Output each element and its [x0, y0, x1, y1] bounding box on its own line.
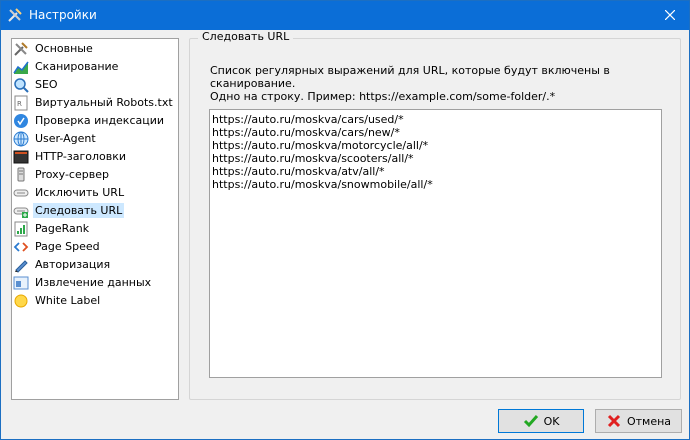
pattern-line: https://auto.ru/moskva/cars/used/*: [212, 113, 404, 126]
sidebar-item-label: Исключить URL: [35, 186, 125, 199]
sidebar-item-label: Основные: [35, 42, 93, 55]
chart-icon: [13, 59, 29, 75]
settings-window: Настройки Основные Сканирование SEO R Ви…: [0, 0, 690, 440]
terminal-icon: [13, 149, 29, 165]
exclude-url-icon: [13, 185, 29, 201]
sidebar-item-exclude-url[interactable]: Исключить URL: [13, 184, 163, 201]
title-bar[interactable]: Настройки: [1, 1, 689, 30]
checkmark-icon: [523, 413, 539, 429]
sidebar-item-white-label[interactable]: White Label: [13, 292, 163, 309]
sidebar-item-label: Виртуальный Robots.txt: [35, 96, 173, 109]
sidebar-item-label: Сканирование: [35, 60, 119, 73]
sidebar-item-label: Извлечение данных: [35, 276, 152, 289]
magnifier-icon: [13, 77, 29, 93]
code-icon: [13, 239, 29, 255]
sidebar-item-user-agent[interactable]: User-Agent: [13, 130, 163, 147]
robots-file-icon: R: [13, 95, 29, 111]
sidebar-item-general[interactable]: Основные: [13, 40, 163, 57]
sidebar-item-follow-url[interactable]: Следовать URL: [13, 202, 163, 219]
sidebar-item-pagerank[interactable]: PageRank: [13, 220, 163, 237]
tools-icon: [13, 41, 29, 57]
tools-icon: [7, 7, 23, 23]
sidebar-item-data-extraction[interactable]: Извлечение данных: [13, 274, 163, 291]
sidebar-item-index-check[interactable]: Проверка индексации: [13, 112, 165, 129]
sun-icon: [13, 293, 29, 309]
sidebar-item-page-speed[interactable]: Page Speed: [13, 238, 163, 255]
sidebar-item-label: User-Agent: [35, 132, 96, 145]
sidebar-item-label: Авторизация: [35, 258, 111, 271]
sidebar-item-label: HTTP-заголовки: [35, 150, 127, 163]
close-icon[interactable]: [657, 3, 683, 27]
sidebar-item-label: White Label: [35, 294, 101, 307]
sidebar-item-label: SEO: [35, 78, 58, 91]
pattern-line: https://auto.ru/moskva/motorcycle/all/*: [212, 139, 429, 152]
description-line: Список регулярных выражений для URL, кот…: [210, 64, 610, 90]
sidebar-item-robots[interactable]: R Виртуальный Robots.txt: [13, 94, 173, 111]
cancel-x-icon: [606, 413, 622, 429]
sidebar-item-scanning[interactable]: Сканирование: [13, 58, 163, 75]
extract-icon: [13, 275, 29, 291]
follow-url-patterns-textarea[interactable]: https://auto.ru/moskva/cars/used/* https…: [209, 109, 662, 378]
globe-check-icon: [13, 113, 29, 129]
ok-button[interactable]: OK: [498, 409, 584, 433]
pagerank-icon: [13, 221, 29, 237]
globe-icon: [13, 131, 29, 147]
sidebar-item-proxy[interactable]: Proxy-сервер: [13, 166, 163, 183]
svg-text:R: R: [17, 100, 22, 108]
pattern-line: https://auto.ru/moskva/cars/new/*: [212, 126, 400, 139]
pattern-line: https://auto.ru/moskva/snowmobile/all/*: [212, 178, 433, 191]
pattern-line: https://auto.ru/moskva/scooters/all/*: [212, 152, 414, 165]
description-text: Список регулярных выражений для URL, кот…: [210, 64, 670, 103]
sidebar-item-label: Proxy-сервер: [35, 168, 109, 181]
proxy-icon: [13, 167, 29, 183]
sidebar-item-label: PageRank: [35, 222, 90, 235]
group-title: Следовать URL: [198, 30, 294, 43]
cancel-button-label: Отмена: [626, 414, 672, 428]
ok-button-label: OK: [543, 414, 560, 428]
sidebar-item-seo[interactable]: SEO: [13, 76, 163, 93]
sidebar-item-label: Page Speed: [35, 240, 100, 253]
sidebar-item-label: Проверка индексации: [35, 114, 165, 127]
sidebar-item-label: Следовать URL: [33, 203, 125, 218]
sidebar-item-http-headers[interactable]: HTTP-заголовки: [13, 148, 163, 165]
description-line: Одно на строку. Пример: https://example.…: [210, 90, 556, 103]
window-title: Настройки: [29, 8, 97, 22]
cancel-button[interactable]: Отмена: [595, 409, 682, 433]
pattern-line: https://auto.ru/moskva/atv/all/*: [212, 165, 385, 178]
sidebar-item-auth[interactable]: Авторизация: [13, 256, 163, 273]
pen-icon: [13, 257, 29, 273]
follow-url-icon: [13, 203, 29, 219]
